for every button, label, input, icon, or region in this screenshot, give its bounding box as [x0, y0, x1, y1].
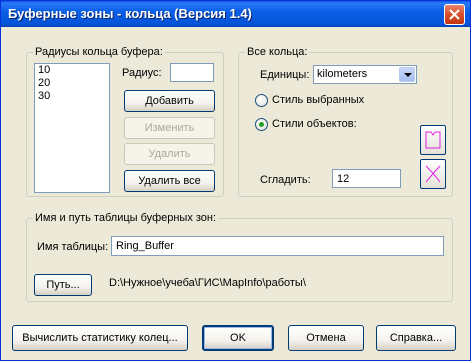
- title-bar[interactable]: Буферные зоны - кольца (Версия 1.4): [1, 1, 470, 27]
- region-style-button[interactable]: [420, 125, 446, 155]
- smooth-label: Сгладить:: [260, 174, 311, 186]
- window-title: Буферные зоны - кольца (Версия 1.4): [8, 6, 252, 21]
- radius-label: Радиус:: [122, 67, 162, 79]
- units-select[interactable]: kilometers: [313, 65, 417, 84]
- list-item[interactable]: 30: [35, 90, 109, 103]
- all-rings-group-title: Все кольца:: [245, 46, 310, 58]
- add-button[interactable]: Добавить: [124, 90, 215, 112]
- list-item[interactable]: 20: [35, 77, 109, 90]
- smooth-input[interactable]: [332, 169, 401, 188]
- line-style-button[interactable]: [420, 159, 446, 189]
- table-path-group-title: Имя и путь таблицы буферных зон:: [33, 212, 219, 224]
- object-styles-radio[interactable]: [255, 118, 268, 131]
- dialog-window: Буферные зоны - кольца (Версия 1.4) Ради…: [0, 0, 471, 361]
- units-selected-value: kilometers: [317, 68, 368, 80]
- table-name-label: Имя таблицы:: [37, 241, 109, 253]
- radii-group-title: Радиусы кольца буфера:: [33, 46, 165, 58]
- object-styles-label[interactable]: Стили объектов:: [272, 118, 357, 130]
- selected-style-label[interactable]: Стиль выбранных: [272, 94, 364, 106]
- radii-listbox[interactable]: 10 20 30: [34, 63, 110, 193]
- list-item[interactable]: 10: [35, 64, 109, 77]
- selected-style-radio[interactable]: [255, 94, 268, 107]
- close-icon: [449, 9, 460, 20]
- edit-button[interactable]: Изменить: [124, 117, 215, 139]
- region-style-icon: [425, 131, 441, 149]
- chevron-down-icon[interactable]: [399, 67, 415, 82]
- delete-all-button[interactable]: Удалить все: [124, 170, 215, 192]
- units-label: Единицы:: [260, 69, 310, 81]
- table-name-input[interactable]: [111, 236, 444, 256]
- compute-statistics-button[interactable]: Вычислить статистику колец...: [12, 325, 188, 351]
- close-button[interactable]: [444, 4, 465, 25]
- cancel-button[interactable]: Отмена: [288, 325, 364, 351]
- path-value: D:\Нужное\учеба\ГИС\MapInfo\работы\: [109, 277, 306, 289]
- help-button[interactable]: Справка...: [376, 325, 456, 351]
- ok-button[interactable]: OK: [202, 325, 274, 351]
- path-button[interactable]: Путь...: [34, 274, 92, 296]
- radius-input[interactable]: [170, 63, 214, 82]
- line-style-icon: [425, 165, 441, 183]
- delete-button[interactable]: Удалить: [124, 143, 215, 165]
